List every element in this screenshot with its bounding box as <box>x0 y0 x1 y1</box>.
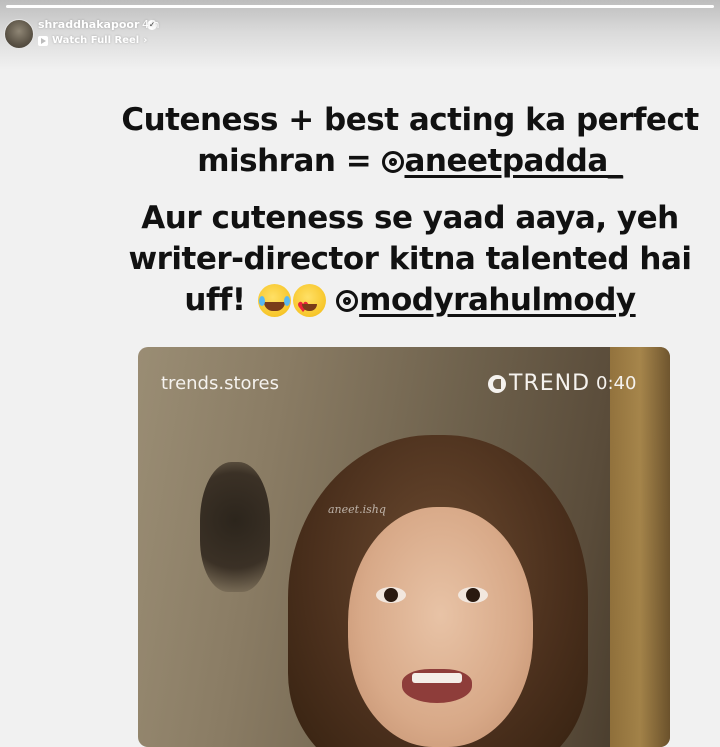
person-face <box>348 507 533 747</box>
person-eye <box>376 587 406 603</box>
caption-line: uff! modyrahulmody <box>100 280 720 329</box>
person-eye <box>458 587 488 603</box>
threads-at-icon <box>381 151 404 173</box>
chevron-right-icon: › <box>143 35 148 46</box>
story-progress-bar <box>6 5 714 8</box>
person-mouth <box>402 669 472 703</box>
video-brand: TREND <box>488 371 590 396</box>
mention-label[interactable]: modyrahulmody <box>359 282 636 318</box>
threads-at-icon <box>336 290 359 312</box>
caption-line: mishran = aneetpadda_ <box>100 141 720 182</box>
caption-block-1: Cuteness + best acting ka perfect mishra… <box>100 100 720 182</box>
reel-play-icon <box>38 35 48 46</box>
caption-line: Aur cuteness se yaad aaya, yeh <box>141 200 679 236</box>
watch-full-reel-link[interactable]: Watch Full Reel › <box>38 35 147 46</box>
story-progress-fill <box>6 5 714 8</box>
caption-block-2: Aur cuteness se yaad aaya, yeh writer-di… <box>100 198 720 329</box>
avatar[interactable] <box>4 19 34 49</box>
face-with-tears-of-joy-emoji <box>257 284 291 317</box>
watch-full-reel-label[interactable]: Watch Full Reel <box>52 35 139 46</box>
mention-label[interactable]: aneetpadda_ <box>405 143 624 179</box>
background-panel <box>610 347 670 747</box>
username-label[interactable]: shraddhakapoor <box>38 18 139 31</box>
story-time: 4 h <box>142 18 160 31</box>
embedded-video[interactable]: trends.stores TREND 0:40 aneet.ishq <box>138 347 670 747</box>
caption-line: writer-director kitna talented hai <box>128 241 693 277</box>
trends-logo-icon <box>488 374 506 393</box>
brand-label: TREND <box>509 371 591 396</box>
caption-text: uff! <box>184 282 256 318</box>
video-watermark: aneet.ishq <box>328 503 386 516</box>
caption-line: Cuteness + best acting ka perfect <box>121 102 699 138</box>
background-lamp <box>200 462 270 592</box>
mention-aneetpadda[interactable]: aneetpadda_ <box>381 143 624 179</box>
video-timestamp: 0:40 <box>596 373 637 394</box>
mention-modyrahulmody[interactable]: modyrahulmody <box>336 282 636 318</box>
video-channel-name: trends.stores <box>161 373 279 394</box>
caption-text: mishran = <box>197 143 382 179</box>
heart-eyes-emoji <box>292 284 326 329</box>
story-username[interactable]: shraddhakapoor ✓ <box>38 18 158 31</box>
